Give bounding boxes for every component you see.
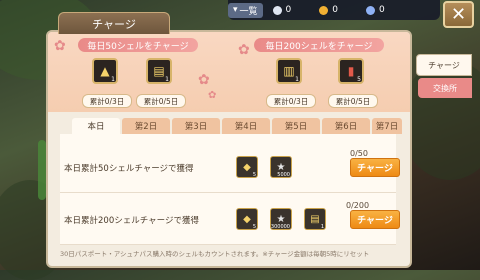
ticket-icon: ▮ (347, 64, 355, 78)
flower-icon: ✿ (198, 72, 210, 88)
mission-row: 本日累計50シェルチャージで獲得 ◆ 5 ★ 5000 0/50 チャージ (60, 142, 400, 193)
reward-item[interactable]: ▮ 5 (338, 58, 364, 84)
reward-item[interactable]: ▤ 1 (304, 208, 326, 230)
cumulative-label: 累計0/5日 (136, 94, 186, 108)
mission-list: 本日累計50シェルチャージで獲得 ◆ 5 ★ 5000 0/50 チャージ 本日… (60, 134, 400, 245)
shell-icon (272, 5, 282, 15)
tab-day-5[interactable]: 第5日 (272, 118, 320, 134)
flower-icon: ✿ (208, 90, 217, 101)
flower-icon: ✿ (238, 42, 250, 58)
reward-item[interactable]: ◆ 5 (236, 156, 258, 178)
cumulative-label: 累計0/5日 (328, 94, 378, 108)
side-tab-charge[interactable]: チャージ (416, 54, 472, 76)
material-icon: ▲ (100, 64, 110, 78)
reward-item[interactable]: ▥ 1 (276, 58, 302, 84)
mission-progress: 0/50 (350, 149, 368, 158)
book-icon: ▥ (283, 64, 295, 78)
resource-bar: ▾ 一覧 0 0 0 (228, 0, 440, 20)
daily-200-heading: 毎日200シェルをチャージ (254, 38, 384, 52)
mission-text: 本日累計50シェルチャージで獲得 (64, 164, 194, 174)
side-tab-exchange[interactable]: 交換所 (418, 78, 472, 98)
mission-text: 本日累計200シェルチャージで獲得 (64, 216, 199, 226)
charge-window: ✿ ✿ ✿ ✿ 毎日50シェルをチャージ 毎日200シェルをチャージ ▲ 1 ▤… (46, 30, 412, 268)
currency-gem: 0 (366, 5, 385, 15)
gold-icon: ◆ (243, 213, 251, 225)
reward-item[interactable]: ▤ 1 (146, 58, 172, 84)
reward-item[interactable]: ★ 5000 (270, 156, 292, 178)
tab-day-3[interactable]: 第3日 (172, 118, 220, 134)
coin-icon (319, 5, 329, 15)
daily-50-heading: 毎日50シェルをチャージ (78, 38, 198, 52)
reward-item[interactable]: ◆ 5 (236, 208, 258, 230)
reward-banner: ✿ ✿ ✿ ✿ 毎日50シェルをチャージ 毎日200シェルをチャージ ▲ 1 ▤… (48, 32, 410, 112)
star-icon: ★ (276, 213, 286, 225)
tab-today[interactable]: 本日 (72, 118, 120, 134)
currency-shell: 0 (272, 5, 291, 15)
charge-button[interactable]: チャージ (350, 158, 400, 177)
vine-decoration (38, 140, 46, 200)
currency-gold: 0 (319, 5, 338, 15)
star-icon: ★ (276, 161, 286, 173)
cumulative-label: 累計0/3日 (266, 94, 316, 108)
tab-day-7[interactable]: 第7日 (372, 118, 402, 134)
cumulative-label: 累計0/3日 (82, 94, 132, 108)
gold-icon: ◆ (243, 161, 251, 173)
tab-day-4[interactable]: 第4日 (222, 118, 270, 134)
tab-day-6[interactable]: 第6日 (322, 118, 370, 134)
scroll-icon: ▤ (310, 213, 320, 225)
flower-icon: ✿ (54, 38, 66, 54)
tab-day-2[interactable]: 第2日 (122, 118, 170, 134)
list-dropdown-label: 一覧 (239, 6, 258, 17)
charge-button[interactable]: チャージ (350, 210, 400, 229)
footer-note: 30日パスポート・アシュナパス購入時のシェルもカウントされます。※チャージ金額は… (60, 250, 370, 258)
scroll-icon: ▤ (153, 64, 165, 78)
close-button[interactable]: ✕ (443, 1, 474, 28)
mission-row: 本日累計200シェルチャージで獲得 ◆ 5 ★ 300000 ▤ 1 0/200… (60, 194, 400, 245)
gem-icon (366, 5, 376, 15)
day-tabs: 本日 第2日 第3日 第4日 第5日 第6日 第7日 (72, 118, 402, 134)
mission-progress: 0/200 (346, 201, 370, 210)
window-title: チャージ (58, 12, 170, 34)
close-icon: ✕ (450, 4, 467, 25)
reward-item[interactable]: ★ 300000 (270, 208, 292, 230)
reward-item[interactable]: ▲ 1 (92, 58, 118, 84)
list-dropdown[interactable]: ▾ 一覧 (228, 2, 263, 18)
chevron-down-icon: ▾ (233, 5, 238, 15)
